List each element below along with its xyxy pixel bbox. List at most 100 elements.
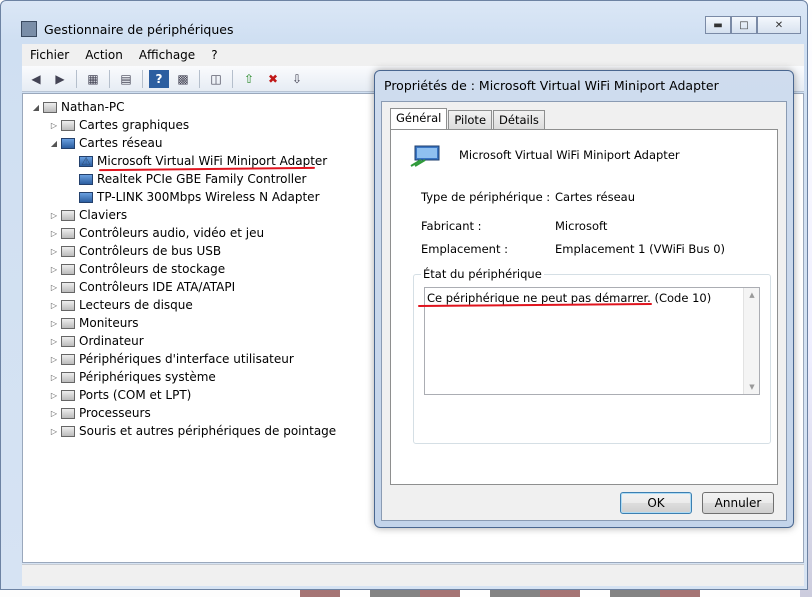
expand-arrow-icon[interactable]: ▷ bbox=[49, 121, 59, 130]
tree-category[interactable]: ▷ Processeurs bbox=[49, 404, 151, 422]
device-category-icon bbox=[61, 317, 75, 329]
device-category-icon bbox=[61, 425, 75, 437]
menu-affichage[interactable]: Affichage bbox=[131, 48, 203, 62]
caption-buttons: ▬ □ ✕ bbox=[705, 16, 801, 34]
device-status-label: État du périphérique bbox=[421, 267, 544, 281]
tree-category[interactable]: ▷ Souris et autres périphériques de point… bbox=[49, 422, 336, 440]
tree-node-label: Microsoft Virtual WiFi Miniport Adapter bbox=[97, 154, 328, 168]
forward-arrow-icon[interactable]: ▶ bbox=[50, 70, 70, 88]
menu-fichier[interactable]: Fichier bbox=[22, 48, 77, 62]
general-panel: Microsoft Virtual WiFi Miniport Adapter … bbox=[390, 129, 778, 485]
scan-hardware-icon[interactable]: ◫ bbox=[206, 70, 226, 88]
view-icon[interactable]: ▩ bbox=[173, 70, 193, 88]
expand-arrow-icon[interactable]: ▷ bbox=[49, 337, 59, 346]
toolbar-separator bbox=[76, 69, 77, 88]
ok-button[interactable]: OK bbox=[620, 492, 692, 514]
menu-action[interactable]: Action bbox=[77, 48, 131, 62]
tree-node-label: TP-LINK 300Mbps Wireless N Adapter bbox=[97, 190, 320, 204]
warning-icon: ⚠ bbox=[79, 155, 93, 168]
close-button[interactable]: ✕ bbox=[757, 16, 801, 34]
tree-category[interactable]: ▷ Claviers bbox=[49, 206, 127, 224]
tree-category[interactable]: ▷ Ordinateur bbox=[49, 332, 144, 350]
network-adapter-icon bbox=[79, 173, 93, 185]
tree-category[interactable]: ▷ Contrôleurs de stockage bbox=[49, 260, 225, 278]
expand-arrow-icon[interactable]: ▷ bbox=[49, 229, 59, 238]
tree-category[interactable]: ▷ Lecteurs de disque bbox=[49, 296, 193, 314]
tree-device[interactable]: Realtek PCIe GBE Family Controller bbox=[67, 170, 306, 188]
tree-category[interactable]: ▷ Contrôleurs de bus USB bbox=[49, 242, 221, 260]
expand-arrow-icon[interactable]: ▷ bbox=[49, 301, 59, 310]
title-bar[interactable]: Gestionnaire de périphériques ▬ □ ✕ bbox=[1, 1, 807, 37]
manufacturer-label: Fabricant : bbox=[421, 219, 482, 233]
device-name: Microsoft Virtual WiFi Miniport Adapter bbox=[459, 148, 680, 162]
window-title: Gestionnaire de périphériques bbox=[44, 22, 234, 37]
expand-arrow-icon[interactable]: ▷ bbox=[49, 283, 59, 292]
menu-bar: Fichier Action Affichage ? bbox=[22, 44, 804, 66]
minimize-button[interactable]: ▬ bbox=[705, 16, 731, 34]
status-scrollbar[interactable]: ▲ ▼ bbox=[743, 288, 759, 394]
tree-device[interactable]: TP-LINK 300Mbps Wireless N Adapter bbox=[67, 188, 320, 206]
expand-arrow-icon[interactable]: ▷ bbox=[49, 247, 59, 256]
tree-category[interactable]: ▷ Contrôleurs IDE ATA/ATAPI bbox=[49, 278, 235, 296]
device-category-icon bbox=[61, 209, 75, 221]
tree-node-label: Cartes réseau bbox=[79, 136, 163, 150]
tree-category[interactable]: ◢ Cartes réseau bbox=[49, 134, 163, 152]
tab-general[interactable]: Général bbox=[390, 108, 448, 130]
maximize-button[interactable]: □ bbox=[731, 16, 757, 34]
device-category-icon bbox=[61, 137, 75, 149]
tree-node-label: Contrôleurs de bus USB bbox=[79, 244, 222, 258]
tree-node-label: Contrôleurs IDE ATA/ATAPI bbox=[79, 280, 236, 294]
expand-arrow-icon[interactable]: ▷ bbox=[49, 427, 59, 436]
tab-details[interactable]: Détails bbox=[493, 110, 545, 129]
device-type-value: Cartes réseau bbox=[555, 190, 635, 204]
back-arrow-icon[interactable]: ◀ bbox=[26, 70, 46, 88]
tab-pilote[interactable]: Pilote bbox=[448, 110, 493, 129]
tree-category[interactable]: ▷ Périphériques d'interface utilisateur bbox=[49, 350, 294, 368]
properties-icon[interactable]: ▤ bbox=[116, 70, 136, 88]
tree-node-label: Moniteurs bbox=[79, 316, 139, 330]
tree-node-label: Lecteurs de disque bbox=[79, 298, 193, 312]
tree-node-label: Périphériques système bbox=[79, 370, 216, 384]
expand-arrow-icon[interactable]: ▷ bbox=[49, 391, 59, 400]
tree-category[interactable]: ▷ Moniteurs bbox=[49, 314, 139, 332]
tree-root-computer[interactable]: ◢ Nathan-PC bbox=[31, 98, 125, 116]
show-hide-tree-icon[interactable]: ▦ bbox=[83, 70, 103, 88]
toolbar-separator bbox=[142, 69, 143, 88]
device-category-icon bbox=[61, 281, 75, 293]
disable-icon[interactable]: ⇩ bbox=[287, 70, 307, 88]
help-icon[interactable]: ? bbox=[149, 69, 169, 88]
tree-node-label: Contrôleurs audio, vidéo et jeu bbox=[79, 226, 265, 240]
update-driver-icon[interactable]: ⇧ bbox=[239, 70, 259, 88]
cancel-button[interactable]: Annuler bbox=[702, 492, 774, 514]
toolbar-separator bbox=[232, 69, 233, 88]
tree-category[interactable]: ▷ Cartes graphiques bbox=[49, 116, 189, 134]
tree-node-label: Souris et autres périphériques de pointa… bbox=[79, 424, 337, 438]
tree-node-label: Processeurs bbox=[79, 406, 151, 420]
device-category-icon bbox=[61, 407, 75, 419]
device-category-icon bbox=[61, 299, 75, 311]
expand-arrow-icon[interactable]: ▷ bbox=[49, 265, 59, 274]
computer-icon bbox=[43, 101, 57, 113]
tree-node-label: Ports (COM et LPT) bbox=[79, 388, 192, 402]
device-category-icon bbox=[61, 119, 75, 131]
status-bar bbox=[22, 564, 804, 586]
tree-category[interactable]: ▷ Contrôleurs audio, vidéo et jeu bbox=[49, 224, 264, 242]
collapse-arrow-icon[interactable]: ◢ bbox=[49, 139, 59, 148]
uninstall-icon[interactable]: ✖ bbox=[263, 70, 283, 88]
expand-arrow-icon[interactable]: ▷ bbox=[49, 409, 59, 418]
expand-arrow-icon[interactable]: ▷ bbox=[49, 211, 59, 220]
scroll-down-icon[interactable]: ▼ bbox=[744, 380, 760, 394]
scroll-up-icon[interactable]: ▲ bbox=[744, 288, 760, 302]
collapse-arrow-icon[interactable]: ◢ bbox=[31, 103, 41, 112]
location-label: Emplacement : bbox=[421, 242, 509, 256]
menu-help[interactable]: ? bbox=[203, 48, 225, 62]
expand-arrow-icon[interactable]: ▷ bbox=[49, 319, 59, 328]
manufacturer-value: Microsoft bbox=[555, 219, 608, 233]
tab-strip: Général Pilote Détails bbox=[390, 107, 546, 130]
tree-category[interactable]: ▷ Périphériques système bbox=[49, 368, 216, 386]
properties-dialog: Propriétés de : Microsoft Virtual WiFi M… bbox=[374, 70, 794, 528]
expand-arrow-icon[interactable]: ▷ bbox=[49, 373, 59, 382]
tree-category[interactable]: ▷ Ports (COM et LPT) bbox=[49, 386, 191, 404]
device-category-icon bbox=[61, 389, 75, 401]
expand-arrow-icon[interactable]: ▷ bbox=[49, 355, 59, 364]
